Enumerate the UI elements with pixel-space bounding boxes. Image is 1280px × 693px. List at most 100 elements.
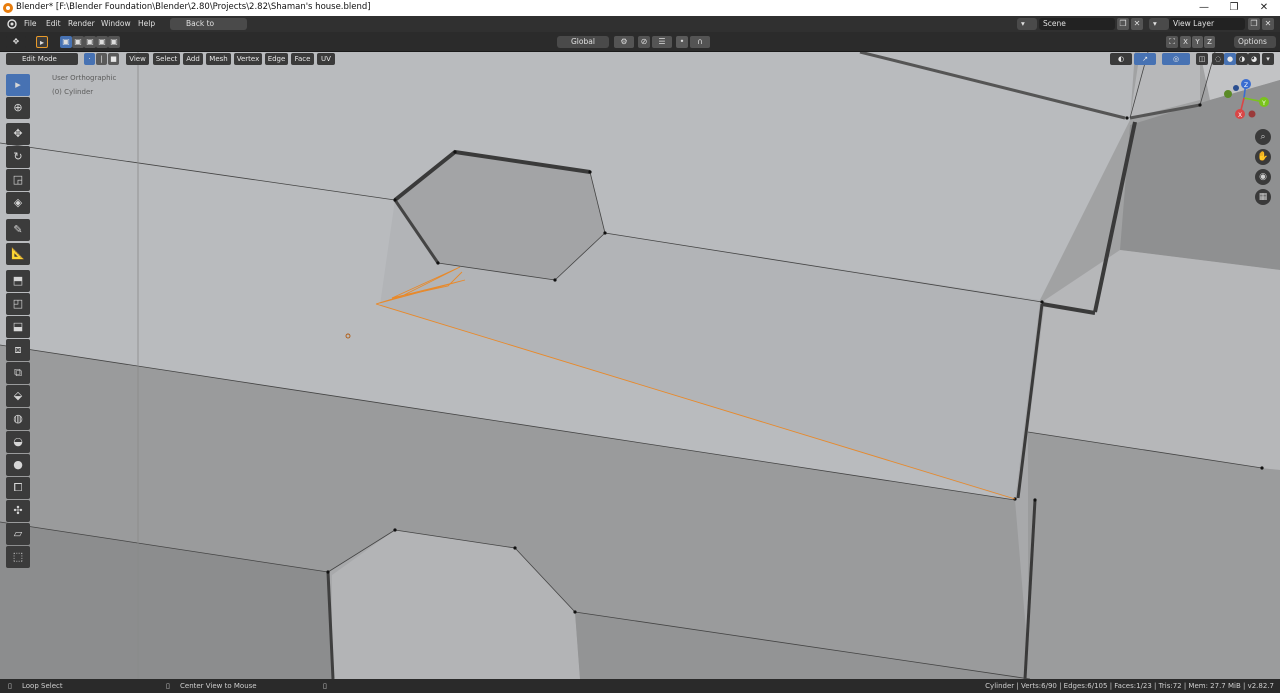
new-scene-icon[interactable]: ❐ [1117, 18, 1129, 30]
blender-logo-icon [3, 3, 13, 13]
scale-icon[interactable]: ◲ [6, 169, 30, 191]
shading-options-icon[interactable]: ▾ [1262, 53, 1274, 65]
extrude-icon[interactable]: ⬒ [6, 270, 30, 292]
menu-vertex[interactable]: Vertex [234, 53, 262, 65]
solid-shading-icon[interactable]: ● [1224, 53, 1236, 65]
mouse-middle-icon: ▯ [166, 682, 170, 690]
view-layer-label: View Layer [1173, 19, 1215, 28]
mesh-canvas[interactable] [0, 52, 1280, 679]
status-bar: ▯ Loop Select ▯ Center View to Mouse ▯ C… [0, 679, 1280, 693]
mode-dropdown[interactable]: Edit Mode [6, 53, 78, 65]
visibility-dropdown-icon[interactable]: ◐ [1110, 53, 1132, 65]
wireframe-shading-icon[interactable]: ◌ [1212, 53, 1224, 65]
vertex-select-icon[interactable]: ⋅ [84, 53, 95, 65]
object-name-label: (0) Cylinder [52, 88, 94, 96]
menu-file[interactable]: File [24, 19, 37, 28]
back-to-previous-button[interactable]: Back to Previous [170, 18, 247, 40]
move-icon[interactable]: ✥ [6, 123, 30, 145]
menu-window[interactable]: Window [101, 19, 131, 28]
menu-mesh[interactable]: Mesh [206, 53, 231, 65]
rotate-icon[interactable]: ↻ [6, 146, 30, 168]
menu-uv[interactable]: UV [317, 53, 335, 65]
select-new-icon[interactable]: ▣ [60, 36, 72, 48]
minimize-button[interactable]: — [1190, 0, 1218, 16]
gizmo-y-label: Y [1261, 100, 1266, 107]
navigation-gizmo[interactable]: Z Y X [1218, 74, 1278, 126]
edge-slide-icon[interactable]: ⧠ [6, 477, 30, 499]
shear-icon[interactable]: ▱ [6, 523, 30, 545]
view-layer-selector-icon[interactable]: ▾ [1149, 18, 1169, 30]
mirror-y-toggle[interactable]: Y [1192, 36, 1203, 48]
ortho-grid-icon[interactable]: ▦ [1255, 189, 1271, 205]
annotate-icon[interactable]: ✎ [6, 219, 30, 241]
delete-scene-icon[interactable]: ✕ [1131, 18, 1143, 30]
mirror-icon[interactable]: ⛶ [1166, 36, 1178, 48]
camera-view-icon[interactable]: ◉ [1255, 169, 1271, 185]
inset-icon[interactable]: ◰ [6, 293, 30, 315]
menu-edge[interactable]: Edge [265, 53, 288, 65]
mouse-right-icon: ▯ [323, 682, 327, 690]
material-shading-icon[interactable]: ◑ [1236, 53, 1248, 65]
cursor-icon[interactable]: ⊕ [6, 97, 30, 119]
editor-type-icon[interactable]: ✥ [6, 36, 26, 48]
menu-face[interactable]: Face [291, 53, 314, 65]
transform-icon[interactable]: ◈ [6, 192, 30, 214]
view-layer-field[interactable]: View Layer [1169, 18, 1245, 30]
loop-cut-icon[interactable]: ⧈ [6, 339, 30, 361]
menu-view[interactable]: View [126, 53, 149, 65]
select-tool-icon[interactable]: ▸ [36, 36, 48, 48]
scene-selector-icon[interactable]: ▾ [1017, 18, 1037, 30]
snap-element-icon[interactable]: ☰ [652, 36, 672, 48]
gizmo-x-label: X [1238, 112, 1242, 119]
left-action-label: Loop Select [22, 682, 63, 690]
delete-view-layer-icon[interactable]: ✕ [1262, 18, 1274, 30]
select-box-icon[interactable]: ▸ [6, 74, 30, 96]
menu-add[interactable]: Add [183, 53, 203, 65]
pan-hand-icon[interactable]: ✋ [1255, 149, 1271, 165]
options-dropdown[interactable]: Options [1234, 36, 1276, 48]
orientation-label: Global [571, 37, 595, 46]
transform-orientation-dropdown[interactable]: Global [557, 36, 609, 48]
gizmo-toggle-icon[interactable]: ↗ [1134, 53, 1156, 65]
knife-icon[interactable]: ⬙ [6, 385, 30, 407]
spin-icon[interactable]: ◒ [6, 431, 30, 453]
face-select-icon[interactable]: ■ [108, 53, 119, 65]
new-view-layer-icon[interactable]: ❐ [1248, 18, 1260, 30]
poly-build-icon[interactable]: ◍ [6, 408, 30, 430]
edit-mode-bar: Edit Mode ⋅ | ■ View Select Add Mesh Ver… [0, 52, 1280, 66]
shrink-fatten-icon[interactable]: ✣ [6, 500, 30, 522]
mirror-x-toggle[interactable]: X [1180, 36, 1191, 48]
restore-button[interactable]: ❐ [1220, 0, 1248, 16]
menu-render[interactable]: Render [68, 19, 95, 28]
select-extend-icon[interactable]: ▣ [72, 36, 84, 48]
scene-field[interactable]: Scene [1039, 18, 1115, 30]
xray-toggle-icon[interactable]: ◫ [1196, 53, 1208, 65]
measure-icon[interactable]: 📐 [6, 243, 30, 265]
options-label: Options [1238, 37, 1267, 46]
select-subtract-icon[interactable]: ▣ [84, 36, 96, 48]
smooth-icon[interactable]: ● [6, 454, 30, 476]
window-title: Blender* [F:\Blender Foundation\Blender\… [16, 2, 371, 12]
blender-menu-icon[interactable] [6, 19, 18, 29]
rip-icon[interactable]: ⬚ [6, 546, 30, 568]
close-button[interactable]: ✕ [1250, 0, 1278, 16]
zoom-icon[interactable]: ⌕ [1255, 129, 1271, 145]
offset-loop-icon[interactable]: ⧉ [6, 362, 30, 384]
snap-toggle-icon[interactable]: ⊘ [638, 36, 650, 48]
edge-select-icon[interactable]: | [96, 53, 107, 65]
pivot-point-icon[interactable]: ⚙ [614, 36, 634, 48]
falloff-icon[interactable]: ∩ [690, 36, 710, 48]
select-invert-icon[interactable]: ▣ [96, 36, 108, 48]
menu-select[interactable]: Select [153, 53, 180, 65]
menu-edit[interactable]: Edit [46, 19, 61, 28]
menu-help[interactable]: Help [138, 19, 155, 28]
bevel-icon[interactable]: ⬓ [6, 316, 30, 338]
3d-viewport[interactable]: User Orthographic (0) Cylinder Z Y X ⌕ ✋… [0, 52, 1280, 679]
proportional-edit-icon[interactable]: • [676, 36, 688, 48]
view-name-label: User Orthographic [52, 74, 117, 82]
select-intersect-icon[interactable]: ▣ [108, 36, 120, 48]
rendered-shading-icon[interactable]: ◕ [1248, 53, 1260, 65]
gizmo-z-label: Z [1244, 82, 1248, 89]
overlays-toggle-icon[interactable]: ◎ [1162, 53, 1190, 65]
mirror-z-toggle[interactable]: Z [1204, 36, 1215, 48]
